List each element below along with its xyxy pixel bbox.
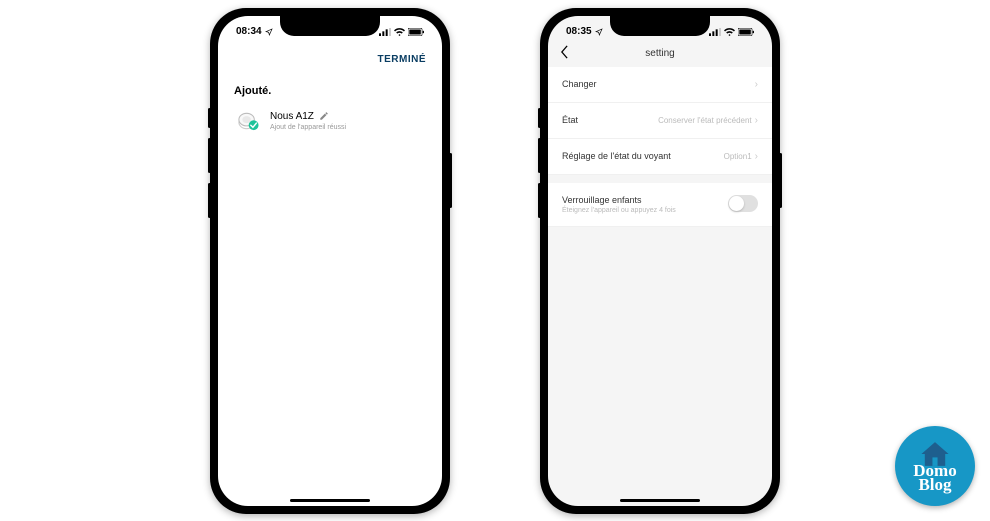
home-indicator[interactable] (290, 499, 370, 502)
wifi-icon (724, 28, 735, 36)
section-title: Ajouté. (218, 75, 442, 103)
location-icon (265, 28, 273, 36)
done-button[interactable]: TERMINÉ (378, 54, 427, 65)
volume-up (538, 138, 541, 173)
nav-title: setting (645, 48, 674, 59)
volume-down (538, 183, 541, 218)
edit-icon[interactable] (319, 111, 329, 121)
chevron-right-icon: › (755, 151, 758, 162)
phone-right: 08:35 setting (540, 8, 780, 514)
nav-bar: setting (548, 44, 772, 67)
setting-child-lock[interactable]: Verrouillage enfants Éteignez l'appareil… (548, 183, 772, 227)
notch (280, 16, 380, 36)
volume-down (208, 183, 211, 218)
wifi-icon (394, 28, 405, 36)
header-row: TERMINÉ (218, 44, 442, 75)
setting-label: Verrouillage enfants (562, 195, 676, 205)
house-icon (918, 440, 952, 468)
setting-hint: Éteignez l'appareil ou appuyez 4 fois (562, 207, 676, 214)
volume-up (208, 138, 211, 173)
toggle-knob (729, 196, 744, 211)
child-lock-toggle[interactable] (728, 195, 758, 212)
location-icon (595, 28, 603, 36)
device-row[interactable]: Nous A1Z Ajout de l'appareil réussi (218, 103, 442, 139)
setting-value: Conserver l'état précédent (658, 116, 752, 125)
status-time: 08:34 (236, 26, 262, 37)
battery-icon (738, 28, 754, 36)
chevron-right-icon: › (755, 115, 758, 126)
setting-value: Option1 (724, 152, 752, 161)
setting-label: État (562, 115, 578, 125)
setting-changer[interactable]: Changer › (548, 67, 772, 103)
domoblog-logo: Domo Blog (895, 426, 975, 506)
mute-switch (208, 108, 211, 128)
device-name: Nous A1Z (270, 111, 314, 122)
phone-left: 08:34 TERMINÉ Ajouté. (210, 8, 450, 514)
device-icon (234, 107, 262, 135)
signal-icon (709, 28, 721, 36)
status-time: 08:35 (566, 26, 592, 37)
home-indicator[interactable] (620, 499, 700, 502)
back-button[interactable] (560, 45, 569, 62)
screen-left: 08:34 TERMINÉ Ajouté. (218, 16, 442, 506)
side-button (449, 153, 452, 208)
battery-icon (408, 28, 424, 36)
screen-right: 08:35 setting (548, 16, 772, 506)
mute-switch (538, 108, 541, 128)
setting-label: Changer (562, 79, 597, 89)
settings-group-2: Verrouillage enfants Éteignez l'appareil… (548, 183, 772, 227)
setting-voyant[interactable]: Réglage de l'état du voyant Option1 › (548, 139, 772, 175)
signal-icon (379, 28, 391, 36)
setting-label: Réglage de l'état du voyant (562, 151, 671, 161)
side-button (779, 153, 782, 208)
notch (610, 16, 710, 36)
device-subtitle: Ajout de l'appareil réussi (270, 124, 426, 131)
device-info: Nous A1Z Ajout de l'appareil réussi (270, 111, 426, 131)
setting-etat[interactable]: État Conserver l'état précédent › (548, 103, 772, 139)
settings-group-1: Changer › État Conserver l'état précéden… (548, 67, 772, 175)
chevron-right-icon: › (755, 79, 758, 90)
